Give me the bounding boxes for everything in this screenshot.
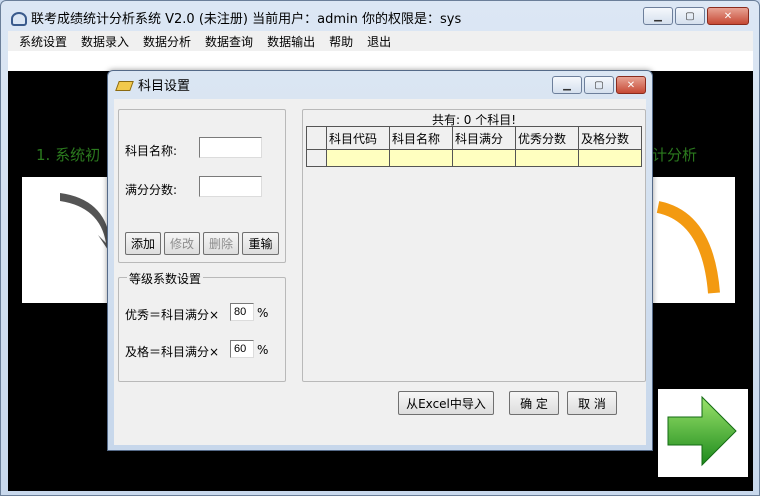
app-icon — [9, 9, 27, 26]
grade-coefficient-group: 等级系数设置 优秀＝科目满分× % 及格＝科目满分× % — [118, 270, 286, 382]
table-row[interactable] — [306, 149, 642, 167]
menu-data-analysis[interactable]: 数据分析 — [136, 33, 198, 50]
delete-button[interactable]: 删除 — [203, 232, 239, 255]
minimize-button[interactable]: ▁ — [643, 7, 673, 25]
table-corner — [306, 126, 327, 150]
background-step-text: 1. 系统初 — [36, 146, 101, 164]
grade-group-legend: 等级系数设置 — [127, 270, 204, 287]
table-cell[interactable] — [578, 149, 642, 167]
add-button[interactable]: 添加 — [125, 232, 161, 255]
dialog-controls: ▁ ▢ ✕ — [552, 76, 646, 94]
cancel-button[interactable]: 取 消 — [567, 391, 617, 415]
menu-data-query[interactable]: 数据查询 — [198, 33, 260, 50]
reset-button[interactable]: 重输 — [242, 232, 279, 255]
menu-bar: 系统设置 数据录入 数据分析 数据查询 数据输出 帮助 退出 — [8, 31, 753, 51]
import-excel-button[interactable]: 从Excel中导入 — [398, 391, 494, 415]
full-score-label: 满分分数: — [125, 183, 178, 197]
orange-arc-icon — [656, 201, 720, 294]
background-arrow-panel — [22, 177, 116, 303]
window-controls: ▁ ▢ ✕ — [643, 7, 749, 25]
maximize-button[interactable]: ▢ — [675, 7, 705, 25]
menu-exit[interactable]: 退出 — [360, 33, 398, 50]
excellent-percent-input[interactable] — [230, 303, 254, 321]
menu-data-output[interactable]: 数据输出 — [260, 33, 322, 50]
dialog-minimize-button[interactable]: ▁ — [552, 76, 582, 94]
full-score-input[interactable] — [199, 176, 262, 197]
subject-name-input[interactable] — [199, 137, 262, 158]
menu-help[interactable]: 帮助 — [322, 33, 360, 50]
background-analysis-text: 计分析 — [652, 146, 698, 164]
column-header-full-score[interactable]: 科目满分 — [452, 126, 516, 150]
excellent-label: 优秀＝科目满分× — [125, 308, 220, 322]
dialog-maximize-button[interactable]: ▢ — [584, 76, 614, 94]
menu-system-settings[interactable]: 系统设置 — [12, 33, 74, 50]
excellent-percent-sign: % — [257, 306, 269, 320]
pass-label: 及格＝科目满分× — [125, 345, 220, 359]
dialog-titlebar: 科目设置 — [116, 75, 190, 94]
table-header-row: 科目代码 科目名称 科目满分 优秀分数 及格分数 — [306, 126, 642, 150]
table-cell[interactable] — [452, 149, 516, 167]
subject-input-group: 科目名称: 满分分数: 添加 修改 删除 重输 — [118, 109, 286, 263]
column-header-code[interactable]: 科目代码 — [326, 126, 390, 150]
column-header-name[interactable]: 科目名称 — [389, 126, 453, 150]
table-cell[interactable] — [515, 149, 579, 167]
green-arrow-icon — [667, 395, 737, 467]
table-cell[interactable] — [326, 149, 390, 167]
window-title: 联考成绩统计分析系统 V2.0 (未注册) 当前用户：admin 你的权限是：s… — [31, 11, 462, 27]
column-header-pass[interactable]: 及格分数 — [578, 126, 642, 150]
dialog-body: 科目名称: 满分分数: 添加 修改 删除 重输 等级系数设置 优秀＝科目满分× … — [114, 99, 646, 445]
close-button[interactable]: ✕ — [707, 7, 749, 25]
curved-arrow-icon — [60, 193, 116, 253]
pass-percent-sign: % — [257, 343, 269, 357]
subject-table: 科目代码 科目名称 科目满分 优秀分数 及格分数 — [306, 126, 642, 167]
ok-button[interactable]: 确 定 — [509, 391, 559, 415]
dialog-close-button[interactable]: ✕ — [616, 76, 646, 94]
dialog-title: 科目设置 — [138, 79, 191, 94]
next-arrow-button[interactable] — [658, 389, 748, 477]
pencil-icon — [116, 78, 132, 92]
row-header[interactable] — [306, 149, 327, 167]
subject-grid-panel: 共有: 0 个科目! 科目代码 科目名称 科目满分 优秀分数 及格分数 — [302, 109, 646, 382]
column-header-excellent[interactable]: 优秀分数 — [515, 126, 579, 150]
subject-settings-dialog: 科目设置 ▁ ▢ ✕ 科目名称: 满分分数: 添加 修改 删除 重输 等级系数设… — [107, 70, 653, 451]
table-cell[interactable] — [389, 149, 453, 167]
subject-name-label: 科目名称: — [125, 144, 178, 158]
modify-button[interactable]: 修改 — [164, 232, 200, 255]
background-gauge-panel — [648, 177, 735, 303]
menu-data-entry[interactable]: 数据录入 — [74, 33, 136, 50]
pass-percent-input[interactable] — [230, 340, 254, 358]
